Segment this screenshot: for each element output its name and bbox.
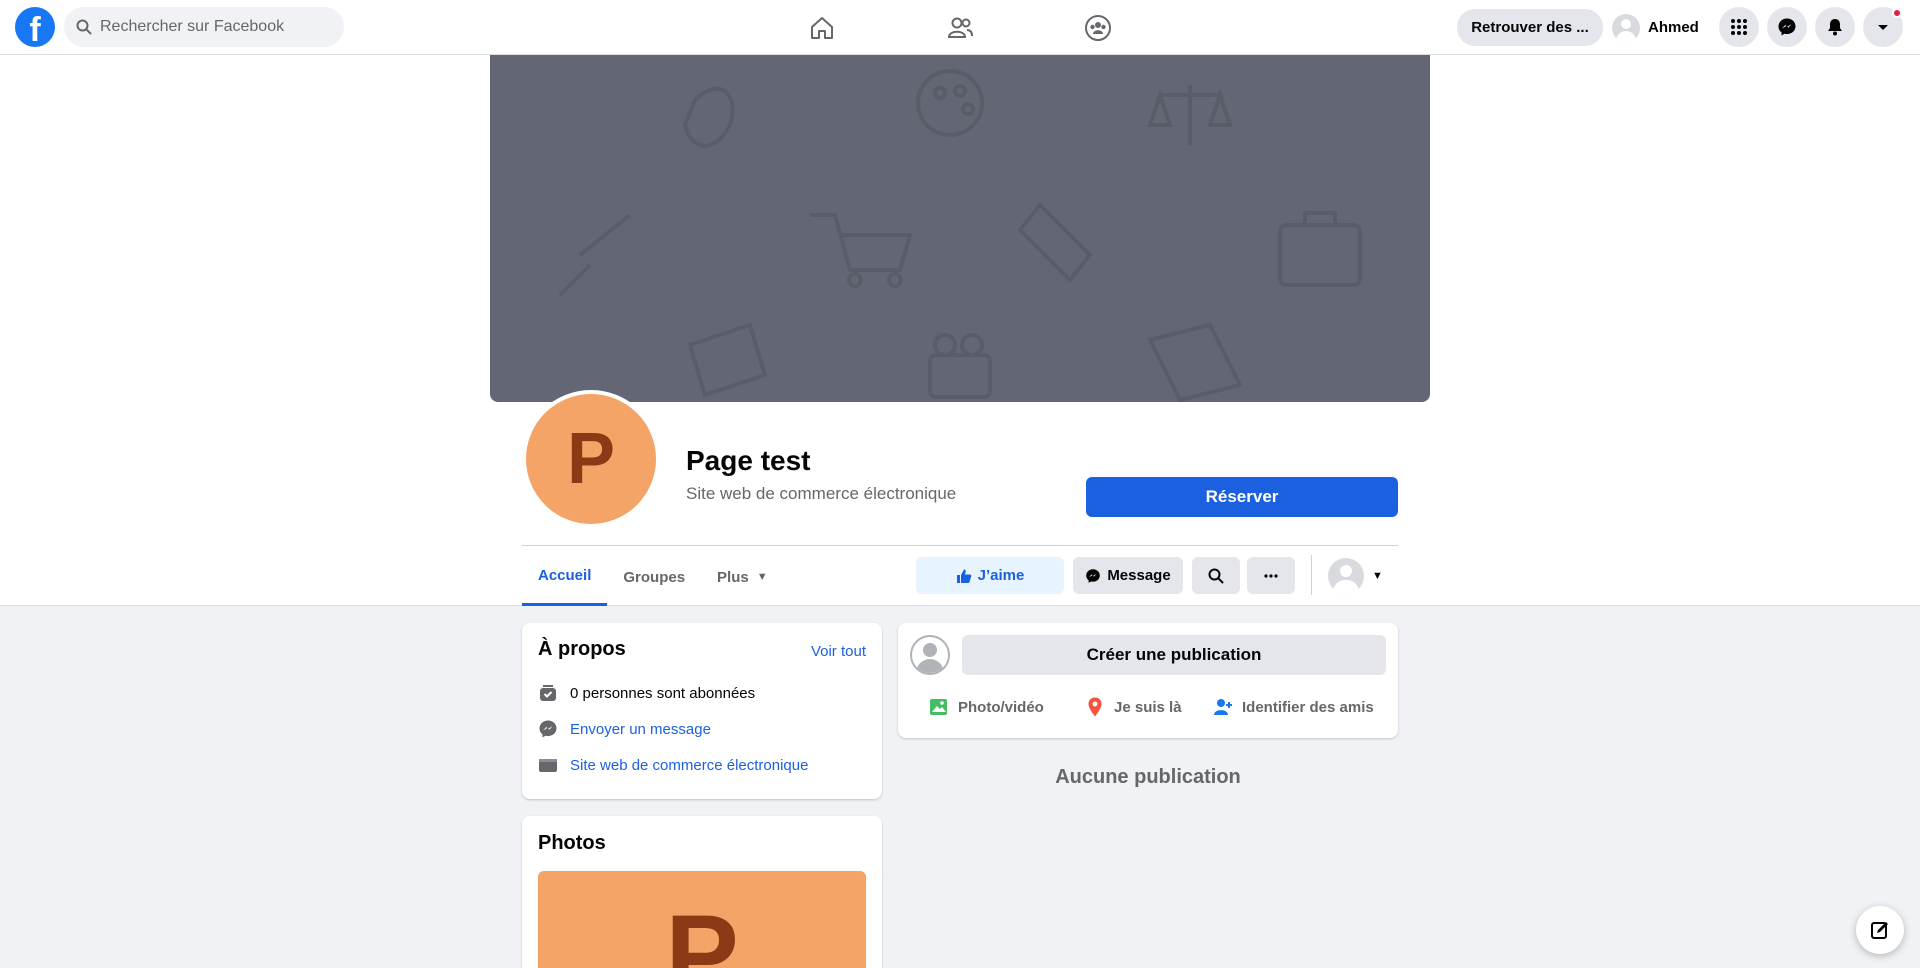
grid-menu-icon	[1731, 19, 1747, 35]
tag-friends-button[interactable]: Identifier des amis	[1212, 689, 1374, 725]
about-title: À propos	[538, 638, 626, 660]
account-button[interactable]	[1863, 7, 1903, 47]
top-navigation-bar: f Retrouver des ... Ahmed	[0, 0, 1920, 55]
create-post-button[interactable]: Créer une publication	[962, 635, 1386, 675]
photos-title: Photos	[538, 832, 606, 854]
location-pin-icon	[1088, 697, 1102, 717]
page-title: Page test	[686, 445, 811, 476]
cover-pattern	[558, 69, 1362, 402]
page-category: Site web de commerce électronique	[686, 484, 957, 503]
header-divider	[522, 545, 1398, 546]
messenger-icon	[1778, 18, 1796, 36]
ellipsis-icon	[1264, 573, 1278, 578]
about-card: À propos Voir tout 0 personnes sont abon…	[522, 623, 882, 799]
home-icon	[811, 17, 833, 39]
composer-avatar	[910, 635, 950, 675]
tab-more[interactable]: Plus ▼	[701, 548, 784, 606]
new-message-button[interactable]	[1856, 906, 1904, 954]
search-icon	[76, 19, 92, 35]
actions-separator	[1311, 555, 1312, 595]
chevron-down-icon	[1878, 25, 1888, 30]
thumbs-up-icon	[956, 569, 971, 583]
tag-friend-icon	[1214, 699, 1232, 715]
search-input[interactable]	[100, 18, 320, 36]
page-search-button[interactable]	[1192, 557, 1240, 594]
compose-icon	[1871, 922, 1888, 939]
nav-groups-tab[interactable]	[1078, 8, 1118, 48]
find-friends-button[interactable]: Retrouver des ...	[1457, 9, 1603, 46]
like-button[interactable]: J’aime	[916, 557, 1064, 594]
messenger-button[interactable]	[1767, 7, 1807, 47]
messenger-icon	[538, 719, 558, 739]
search-box[interactable]	[64, 7, 344, 47]
photo-video-button[interactable]: Photo/vidéo	[928, 689, 1044, 725]
send-message-row[interactable]: Envoyer un message	[538, 719, 711, 739]
bell-icon	[1828, 19, 1842, 36]
post-composer: Créer une publication Photo/vidéo Je sui…	[898, 623, 1398, 738]
followers-icon	[538, 683, 558, 703]
actor-avatar	[1328, 558, 1364, 594]
nav-home-tab[interactable]	[802, 8, 842, 48]
category-icon	[538, 755, 558, 775]
page-tabs: Accueil Groupes Plus ▼	[522, 548, 784, 606]
search-icon	[1208, 568, 1224, 583]
user-name: Ahmed	[1648, 19, 1699, 36]
actor-switcher[interactable]: ▼	[1328, 558, 1383, 594]
category-row[interactable]: Site web de commerce électronique	[538, 755, 808, 775]
menu-button[interactable]	[1719, 7, 1759, 47]
tab-home[interactable]: Accueil	[522, 548, 608, 606]
nav-friends-tab[interactable]	[940, 8, 980, 48]
see-all-link[interactable]: Voir tout	[811, 643, 866, 660]
more-options-button[interactable]	[1247, 557, 1295, 594]
caret-down-icon: ▼	[756, 571, 768, 583]
notification-badge	[1892, 8, 1902, 18]
message-button[interactable]: Message	[1073, 557, 1183, 594]
friends-icon	[947, 17, 973, 38]
caret-down-icon: ▼	[1372, 570, 1383, 582]
checkin-button[interactable]: Je suis là	[1084, 689, 1182, 725]
followers-row: 0 personnes sont abonnées	[538, 683, 755, 703]
profile-shortcut[interactable]: Ahmed	[1612, 9, 1699, 46]
reserve-button[interactable]: Réserver	[1086, 477, 1398, 517]
tab-groups[interactable]: Groupes	[607, 548, 701, 606]
page-profile-picture[interactable]: P	[522, 390, 660, 528]
groups-icon	[1085, 15, 1111, 41]
user-avatar	[1612, 13, 1640, 42]
photo-thumbnail[interactable]: P	[538, 871, 866, 968]
facebook-logo[interactable]: f	[15, 7, 55, 47]
messenger-icon	[1086, 568, 1101, 583]
photo-icon	[930, 699, 947, 715]
empty-feed-message: Aucune publication	[1055, 766, 1241, 788]
photos-card: Photos P	[522, 816, 882, 968]
notifications-button[interactable]	[1815, 7, 1855, 47]
cover-photo[interactable]	[490, 55, 1430, 402]
